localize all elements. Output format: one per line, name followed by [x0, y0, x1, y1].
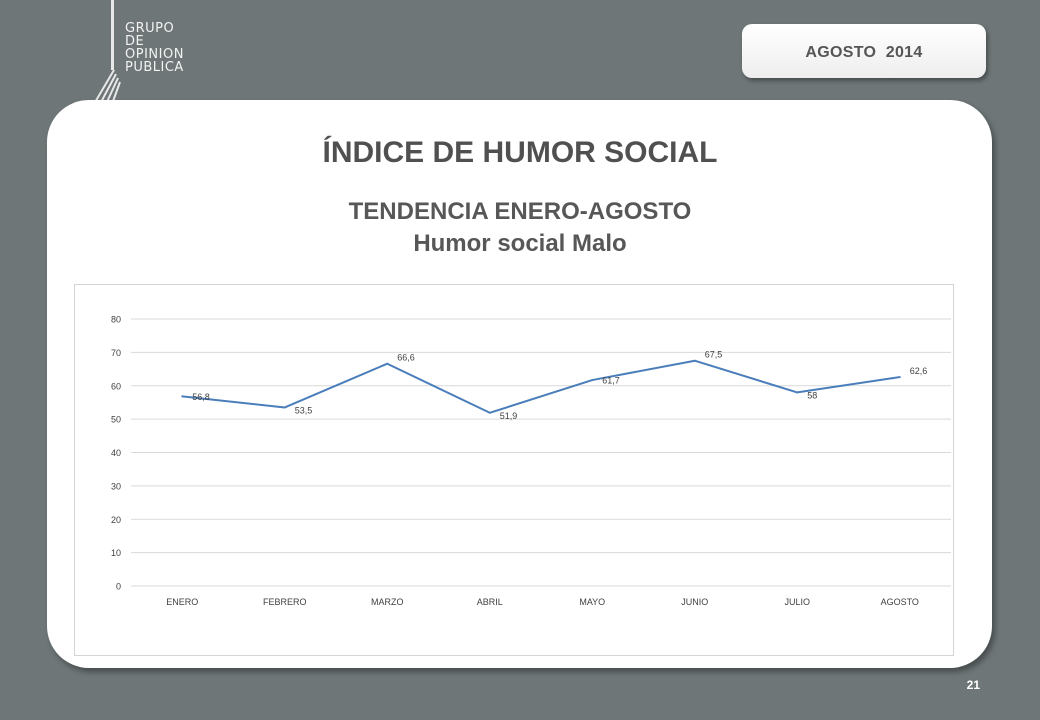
y-tick-label: 0 [116, 582, 121, 592]
x-tick-label: FEBRERO [263, 597, 307, 607]
x-tick-label: JUNIO [681, 597, 708, 607]
y-tick-label: 60 [111, 381, 121, 391]
y-tick-label: 20 [111, 515, 121, 525]
data-point [591, 379, 594, 382]
data-label: 53,5 [295, 405, 313, 415]
data-point [283, 406, 286, 409]
chart-frame: 0 10 20 30 40 50 60 70 80 ENERO FEBRERO MARZO ABRIL M… [74, 284, 954, 656]
y-tick-label: 40 [111, 448, 121, 458]
x-tick-label: JULIO [784, 597, 810, 607]
data-point [796, 391, 799, 394]
page-number: 21 [966, 678, 980, 692]
line-chart: 0 10 20 30 40 50 60 70 80 ENERO FEBRERO MARZO ABRIL M… [111, 315, 951, 607]
data-label: 56,8 [192, 392, 210, 402]
y-tick-label: 10 [111, 548, 121, 558]
y-tick-label: 80 [111, 315, 121, 325]
y-tick-label: 70 [111, 348, 121, 358]
subtitle-line-2: Humor social Malo [413, 230, 627, 257]
date-label: AGOSTO 2014 [805, 44, 923, 61]
x-tick-label: ABRIL [477, 597, 503, 607]
slide-title: ÍNDICE DE HUMOR SOCIAL [322, 136, 718, 169]
data-label: 62,6 [910, 366, 928, 376]
data-point [693, 359, 696, 362]
x-tick-label: MARZO [371, 597, 404, 607]
x-tick-label: AGOSTO [881, 597, 919, 607]
data-label: 66,6 [397, 353, 415, 363]
y-tick-label: 30 [111, 481, 121, 491]
date-badge: AGOSTO 2014 [742, 24, 986, 78]
series-line [182, 359, 900, 414]
data-label: 58 [807, 390, 817, 400]
logo-line: PUBLICA [125, 60, 184, 75]
data-point [181, 395, 184, 398]
logo-text: GRUPO DE OPINION PUBLICA [125, 22, 184, 74]
data-label: 67,5 [705, 350, 723, 360]
y-tick-label: 50 [111, 415, 121, 425]
data-label: 61,7 [602, 376, 620, 386]
x-tick-label: ENERO [166, 597, 198, 607]
data-label: 51,9 [500, 411, 518, 421]
data-point [898, 376, 901, 379]
data-point [386, 362, 389, 365]
data-point [488, 411, 491, 414]
subtitle-line-1: TENDENCIA ENERO-AGOSTO [348, 198, 692, 225]
slide-subtitle: TENDENCIA ENERO-AGOSTO Humor social Malo [0, 196, 1040, 260]
x-tick-label: MAYO [579, 597, 605, 607]
